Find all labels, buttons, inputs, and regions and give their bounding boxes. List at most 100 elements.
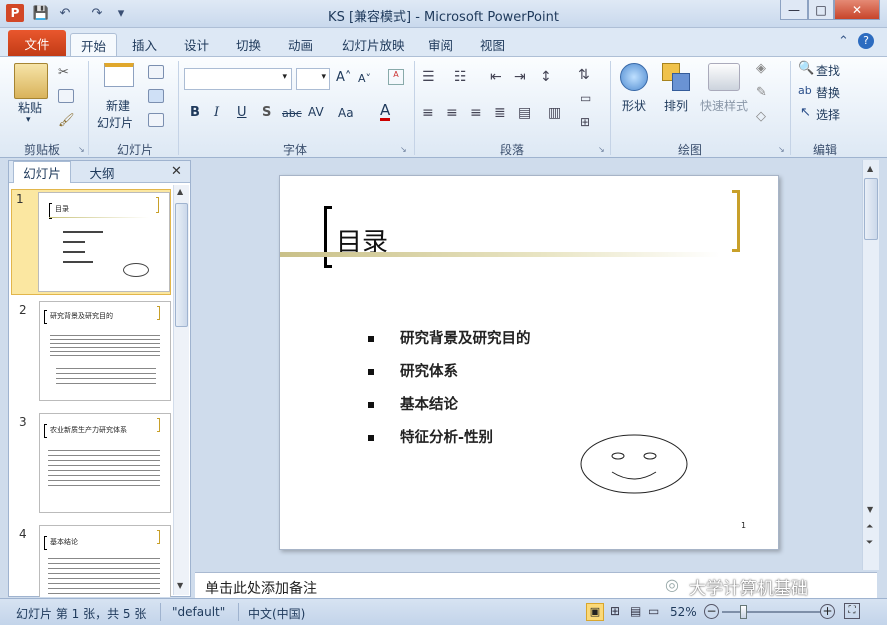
thumbnails-scrollbar[interactable]: ▲ ▼ xyxy=(173,185,189,595)
new-slide-button-line1[interactable]: 新建 xyxy=(106,97,130,114)
shadow-button[interactable]: S xyxy=(262,105,271,120)
cut-icon[interactable]: ✂ xyxy=(58,65,69,80)
italic-button[interactable]: I xyxy=(214,105,219,120)
paste-dropdown-icon[interactable]: ▾ xyxy=(26,115,31,125)
tab-design[interactable]: 设计 xyxy=(174,33,219,56)
align-center-icon[interactable]: ≡ xyxy=(446,105,458,121)
scroll-thumb[interactable] xyxy=(864,178,878,240)
shapes-button[interactable]: 形状 xyxy=(622,97,646,114)
fit-to-window-icon[interactable]: ⛶ xyxy=(844,603,860,619)
maximize-button[interactable]: □ xyxy=(808,0,834,20)
align-right-icon[interactable]: ≡ xyxy=(470,105,482,121)
text-direction-icon[interactable]: ⇅ xyxy=(578,67,590,83)
font-launcher-icon[interactable]: ↘ xyxy=(400,145,407,154)
paste-icon[interactable] xyxy=(14,63,48,99)
smiley-face-shape[interactable] xyxy=(578,432,690,496)
tab-animations[interactable]: 动画 xyxy=(278,33,323,56)
tab-slideshow[interactable]: 幻灯片放映 xyxy=(332,33,415,56)
align-text-icon[interactable]: ▭ xyxy=(580,91,591,105)
zoom-slider-thumb[interactable] xyxy=(740,605,747,619)
shape-fill-icon[interactable]: ◈ xyxy=(756,61,766,76)
char-spacing-button[interactable]: AV xyxy=(308,105,324,119)
format-painter-icon[interactable]: 🖌 xyxy=(58,113,75,128)
scroll-thumb[interactable] xyxy=(175,203,188,327)
scroll-down-icon[interactable]: ▼ xyxy=(177,581,183,590)
close-button[interactable]: ✕ xyxy=(834,0,880,20)
tab-home[interactable]: 开始 xyxy=(70,33,118,56)
theme-name[interactable]: "default" xyxy=(172,605,225,619)
paragraph-launcher-icon[interactable]: ↘ xyxy=(598,145,605,154)
shape-effects-icon[interactable]: ◇ xyxy=(756,109,766,124)
previous-slide-icon[interactable]: ⏶ xyxy=(866,522,873,532)
tab-transitions[interactable]: 切换 xyxy=(226,33,271,56)
minimize-ribbon-icon[interactable]: ⌃ xyxy=(838,34,849,49)
tab-slides[interactable]: 幻灯片 xyxy=(13,161,71,183)
bullet-list[interactable]: 研究背景及研究目的 研究体系 基本结论 特征分析-性别 xyxy=(368,322,531,454)
tab-file[interactable]: 文件 xyxy=(8,30,66,56)
font-size-combobox[interactable]: ▾ xyxy=(296,68,330,90)
replace-icon[interactable]: ab xyxy=(798,84,812,97)
columns-icon[interactable]: ▥ xyxy=(548,105,561,121)
reading-view-icon[interactable]: ▤ xyxy=(630,604,641,618)
zoom-slider-track[interactable] xyxy=(722,611,820,613)
zoom-level[interactable]: 52% xyxy=(670,605,697,619)
quick-styles-button[interactable]: 快速样式 xyxy=(700,97,748,114)
language-indicator[interactable]: 中文(中国) xyxy=(248,605,305,622)
new-slide-icon[interactable] xyxy=(104,63,134,87)
change-case-button[interactable]: Aa xyxy=(338,106,354,120)
minimize-button[interactable]: — xyxy=(780,0,808,20)
shrink-font-icon[interactable]: A˅ xyxy=(358,72,371,85)
select-button[interactable]: 选择 xyxy=(816,106,840,123)
shapes-icon[interactable] xyxy=(620,63,648,91)
thumbnail-3[interactable]: 3 农业新质生产力研究体系 xyxy=(15,413,173,517)
tab-insert[interactable]: 插入 xyxy=(122,33,167,56)
help-icon[interactable]: ? xyxy=(858,33,874,49)
thumbnail-2[interactable]: 2 研究背景及研究目的 xyxy=(15,301,173,405)
arrange-button[interactable]: 排列 xyxy=(664,97,688,114)
thumbnail-4[interactable]: 4 基本结论 xyxy=(15,525,173,597)
next-slide-icon[interactable]: ⏷ xyxy=(866,538,873,548)
notes-placeholder[interactable]: 单击此处添加备注 xyxy=(205,578,317,598)
thumbnail-1[interactable]: 1 目录 xyxy=(11,189,171,295)
grow-font-icon[interactable]: A˄ xyxy=(336,70,351,85)
justify-icon[interactable]: ≣ xyxy=(494,105,506,121)
slide-sorter-icon[interactable]: ⊞ xyxy=(610,604,620,618)
distribute-icon[interactable]: ▤ xyxy=(518,105,531,121)
copy-icon[interactable] xyxy=(58,89,74,103)
close-pane-icon[interactable]: ✕ xyxy=(171,164,182,179)
scroll-up-icon[interactable]: ▲ xyxy=(867,164,873,173)
scroll-down-icon[interactable]: ▼ xyxy=(867,505,873,514)
font-color-button[interactable]: A xyxy=(380,103,391,121)
clear-format-icon[interactable]: A xyxy=(388,69,404,85)
select-icon[interactable]: ↖ xyxy=(800,105,811,120)
tab-view[interactable]: 视图 xyxy=(470,33,515,56)
current-slide[interactable]: 目录 研究背景及研究目的 研究体系 基本结论 特征分析-性别 1 xyxy=(279,175,779,550)
layout-icon[interactable] xyxy=(148,65,164,79)
slide-scrollbar[interactable]: ▲ ▼ ⏶ ⏷ xyxy=(862,160,879,570)
notes-pane[interactable]: 单击此处添加备注 ◎ 大学计算机基础 xyxy=(195,572,877,599)
tab-outline[interactable]: 大纲 xyxy=(73,161,131,183)
paste-button[interactable]: 粘贴 xyxy=(18,99,42,116)
find-icon[interactable]: 🔍 xyxy=(798,61,814,76)
tab-review[interactable]: 审阅 xyxy=(418,33,463,56)
section-icon[interactable] xyxy=(148,113,164,127)
find-button[interactable]: 查找 xyxy=(816,62,840,79)
increase-indent-icon[interactable]: ⇥ xyxy=(514,69,526,85)
zoom-out-icon[interactable]: − xyxy=(704,604,719,619)
replace-button[interactable]: 替换 xyxy=(816,84,840,101)
quick-styles-icon[interactable] xyxy=(708,63,740,91)
shape-outline-icon[interactable]: ✎ xyxy=(756,85,767,100)
bullets-icon[interactable]: ☰ xyxy=(422,69,435,85)
decrease-indent-icon[interactable]: ⇤ xyxy=(490,69,502,85)
bold-button[interactable]: B xyxy=(190,105,200,120)
new-slide-button-line2[interactable]: 幻灯片 xyxy=(97,114,133,131)
reset-icon[interactable] xyxy=(148,89,164,103)
strikethrough-button[interactable]: abc xyxy=(282,107,302,120)
slideshow-icon[interactable]: ▭ xyxy=(648,604,659,618)
drawing-launcher-icon[interactable]: ↘ xyxy=(778,145,785,154)
clipboard-launcher-icon[interactable]: ↘ xyxy=(78,145,85,154)
align-left-icon[interactable]: ≡ xyxy=(422,105,434,121)
font-name-combobox[interactable]: ▾ xyxy=(184,68,292,90)
scroll-up-icon[interactable]: ▲ xyxy=(177,187,183,196)
normal-view-icon[interactable]: ▣ xyxy=(586,603,604,621)
